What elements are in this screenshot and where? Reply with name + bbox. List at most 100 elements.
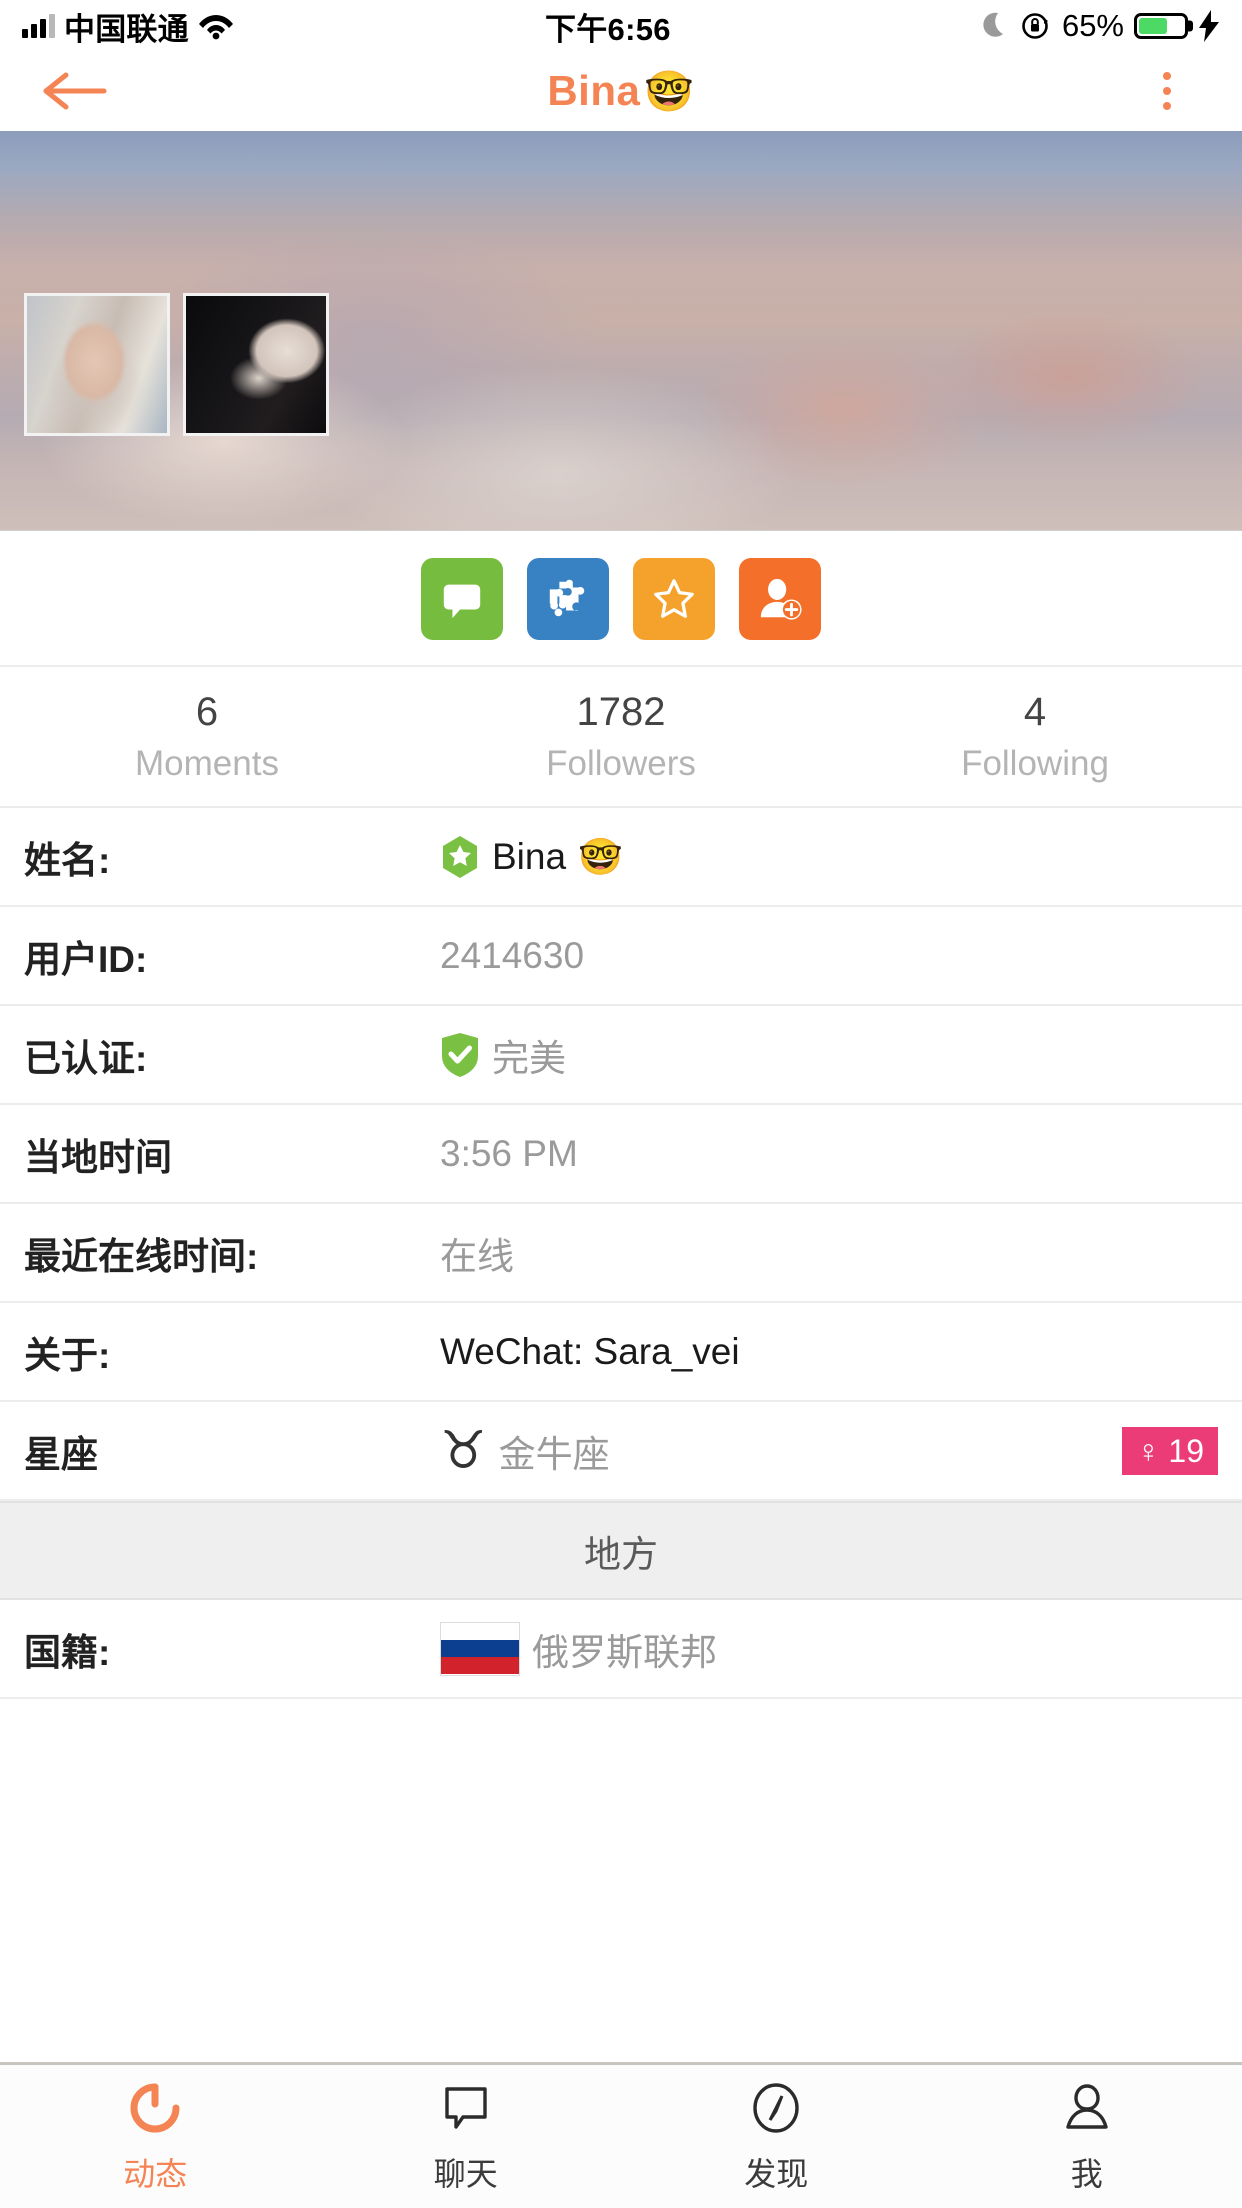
back-arrow-icon — [43, 72, 107, 110]
profile-photo-thumbnail-1[interactable] — [24, 293, 170, 436]
navigation-bar: Bina 🤓 — [0, 52, 1242, 130]
stat-followers[interactable]: 1782 Followers — [414, 667, 828, 806]
stat-value: 1782 — [576, 689, 666, 734]
info-row-value: 完美 — [440, 1028, 1242, 1082]
info-row-value-text: 2414630 — [440, 934, 585, 976]
info-row-nationality[interactable]: 国籍: 俄罗斯联邦 — [0, 1600, 1242, 1699]
info-row-value-text: 俄罗斯联邦 — [532, 1631, 717, 1673]
info-row-label: 已认证: — [24, 1037, 148, 1079]
stat-label: Following — [961, 743, 1109, 783]
profile-screen: 中国联通 下午6:56 65% Bina 🤓 6 Moments 1782 Fo… — [0, 0, 1242, 2208]
info-row-label: 国籍: — [24, 1631, 111, 1673]
status-bar-left: 中国联通 — [22, 4, 234, 49]
more-vertical-icon-dot — [1163, 87, 1171, 95]
green-shield-check-icon — [442, 1032, 478, 1077]
stat-following[interactable]: 4 Following — [828, 667, 1242, 806]
stat-label: Moments — [135, 743, 279, 783]
female-symbol-icon: ♀ — [1136, 1432, 1161, 1469]
tab-chat[interactable]: 聊天 — [311, 2065, 622, 2208]
info-row-label: 姓名: — [24, 839, 111, 881]
favorite-button[interactable] — [633, 557, 715, 640]
status-bar-time: 下午6:56 — [544, 11, 671, 47]
carrier-label: 中国联通 — [64, 11, 189, 47]
nerd-face-emoji-icon: 🤓 — [578, 835, 623, 877]
info-row-value-text: 在线 — [440, 1235, 514, 1277]
rotation-lock-icon — [1022, 13, 1048, 39]
puzzle-pieces-icon — [549, 579, 585, 616]
page-title-text: Bina — [547, 67, 641, 114]
info-row-value: 俄罗斯联邦 — [440, 1621, 1242, 1676]
info-row-label: 星座 — [24, 1433, 98, 1475]
add-friend-button[interactable] — [739, 557, 821, 640]
info-row-value: 2414630 — [440, 935, 1242, 977]
info-row-user-id[interactable]: 用户ID: 2414630 — [0, 907, 1242, 1006]
action-button-row — [0, 532, 1242, 665]
more-options-button[interactable] — [1092, 52, 1242, 130]
wifi-icon — [198, 15, 233, 40]
battery-percent-label: 65% — [1061, 8, 1124, 43]
info-row-value-text: 完美 — [492, 1037, 566, 1079]
page-title: Bina 🤓 — [150, 67, 1092, 115]
info-row-value-text: WeChat: Sara_vei — [440, 1330, 740, 1372]
info-row-label: 当地时间 — [24, 1136, 172, 1178]
taurus-zodiac-icon: ♉ — [440, 1421, 487, 1480]
info-row-last-online[interactable]: 最近在线时间: 在线 — [0, 1204, 1242, 1303]
profile-photo-thumbnail-2[interactable] — [183, 293, 329, 436]
profile-info-list: 姓名: Bina 🤓 用户ID: 2414630 已认证: 完美 当地时间 3:… — [0, 808, 1242, 1699]
tab-label: 发现 — [744, 2155, 809, 2192]
charging-bolt-icon — [1199, 10, 1219, 42]
profile-photo-thumbnail-2-image — [186, 296, 326, 433]
person-icon — [1058, 2079, 1116, 2137]
tab-moments[interactable]: 动态 — [0, 2065, 311, 2208]
star-outline-icon — [654, 578, 694, 618]
signal-bars-icon — [22, 14, 55, 38]
nerd-face-emoji-icon: 🤓 — [644, 69, 695, 114]
tab-label: 动态 — [123, 2155, 188, 2192]
status-bar-right: 65% — [982, 8, 1220, 44]
more-vertical-icon-dot — [1163, 72, 1171, 80]
age-label: 19 — [1168, 1432, 1204, 1469]
more-vertical-icon-dot — [1163, 102, 1171, 110]
cover-photo[interactable] — [0, 131, 1242, 531]
info-row-about[interactable]: 关于: WeChat: Sara_vei — [0, 1303, 1242, 1402]
info-row-zodiac[interactable]: 星座 ♉ 金牛座 ♀ 19 — [0, 1402, 1242, 1501]
back-button[interactable] — [0, 52, 150, 130]
moon-dnd-icon — [983, 12, 1003, 37]
profile-photo-thumbnail-1-image — [27, 296, 167, 433]
stat-label: Followers — [546, 743, 696, 783]
info-row-value-text: Bina — [492, 835, 567, 877]
battery-icon — [1134, 13, 1188, 39]
tab-discover[interactable]: 发现 — [621, 2065, 932, 2208]
info-row-value: 在线 — [440, 1226, 1242, 1280]
status-badge: ♀ 19 — [1122, 1426, 1218, 1475]
russia-flag-icon — [440, 1621, 520, 1676]
info-row-value-text: 3:56 PM — [440, 1132, 578, 1174]
info-row-label: 最近在线时间: — [24, 1235, 259, 1277]
gender-age-badge-wrap: ♀ 19 — [1122, 1426, 1218, 1475]
chat-bubble-icon — [443, 584, 481, 618]
moments-refresh-icon — [126, 2079, 184, 2137]
status-bar-center: 下午6:56 — [234, 4, 982, 49]
info-row-verified[interactable]: 已认证: 完美 — [0, 1006, 1242, 1105]
info-row-name[interactable]: 姓名: Bina 🤓 — [0, 808, 1242, 907]
status-bar: 中国联通 下午6:56 65% — [0, 0, 1242, 52]
info-row-label: 关于: — [24, 1334, 111, 1376]
bottom-tab-bar: 动态 聊天 发现 我 — [0, 2062, 1242, 2208]
person-add-icon — [760, 578, 802, 620]
message-button[interactable] — [421, 557, 503, 640]
info-row-local-time[interactable]: 当地时间 3:56 PM — [0, 1105, 1242, 1204]
info-row-value: 3:56 PM — [440, 1133, 1242, 1175]
verified-star-badge-icon — [443, 835, 477, 878]
tab-me[interactable]: 我 — [932, 2065, 1242, 2208]
info-row-value-text: 金牛座 — [498, 1433, 610, 1475]
stats-row: 6 Moments 1782 Followers 4 Following — [0, 665, 1242, 808]
chat-bubble-outline-icon — [437, 2079, 495, 2137]
section-header-place: 地方 — [0, 1501, 1242, 1600]
tab-label: 聊天 — [433, 2155, 498, 2192]
tab-label: 我 — [1070, 2155, 1103, 2192]
games-button[interactable] — [527, 557, 609, 640]
info-row-value: Bina 🤓 — [440, 835, 1242, 879]
stat-moments[interactable]: 6 Moments — [0, 667, 414, 806]
stat-value: 6 — [195, 689, 219, 734]
info-row-value: WeChat: Sara_vei — [440, 1331, 1242, 1373]
